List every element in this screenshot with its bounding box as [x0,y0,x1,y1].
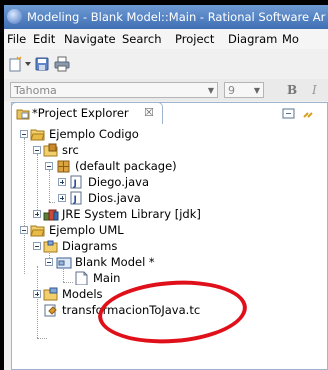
main-toolbar [4,51,328,77]
expand-icon[interactable] [58,194,66,202]
library-icon [43,209,59,221]
project-tree: Ejemplo Codigo src (default package) J D… [12,125,327,369]
expand-icon[interactable] [58,178,66,186]
new-icon[interactable] [8,56,24,72]
application-window: Modeling - Blank Model::Main - Rational … [4,5,328,370]
collapse-icon[interactable] [45,258,53,266]
svg-text:J: J [73,195,77,205]
collapse-icon[interactable] [45,162,53,170]
source-folder-icon [43,143,58,157]
font-size-combo[interactable]: 9 ▼ [224,82,264,98]
project-explorer-icon [16,109,30,120]
tree-connector [37,266,38,338]
menu-bar: File Edit Navigate Search Project Diagra… [4,29,328,49]
collapse-icon[interactable] [33,146,41,154]
link-with-editor-icon[interactable] [302,108,316,120]
tab-label: *Project Explorer [32,106,129,120]
tree-connector [37,338,47,339]
font-size-value: 9 [228,84,235,97]
project-folder-icon [30,225,45,237]
collapse-icon[interactable] [33,242,41,250]
tab-project-explorer[interactable]: *Project Explorer ☒ [11,102,163,124]
window-title: Modeling - Blank Model::Main - Rational … [27,10,326,24]
tree-item-label: Blank Model * [75,255,155,269]
transformation-config-icon [44,304,57,317]
print-icon[interactable] [54,56,70,72]
tree-item-label: (default package) [75,159,177,173]
collapse-all-icon[interactable] [282,108,296,120]
tree-item-label: Ejemplo Codigo [49,127,139,141]
models-folder-icon [43,287,58,301]
tree-item-label: Models [62,287,103,301]
tree-connector [37,154,38,218]
tree-item-label: Dios.java [88,191,141,205]
bold-button[interactable]: B [287,83,297,97]
menu-diagram[interactable]: Diagram [228,29,277,49]
chevron-down-icon: ▼ [253,86,260,95]
menu-search[interactable]: Search [122,29,162,49]
title-bar: Modeling - Blank Model::Main - Rational … [4,5,328,29]
tree-item-label: Diego.java [88,175,150,189]
menu-edit[interactable]: Edit [33,29,55,49]
close-icon[interactable]: ☒ [144,106,154,119]
tree-connector [49,202,55,203]
expand-icon[interactable] [33,210,41,218]
collapse-icon[interactable] [20,226,28,234]
diagrams-folder-icon [43,240,58,253]
chevron-down-icon: ▼ [207,86,214,95]
italic-button[interactable]: I [312,83,317,97]
new-dropdown-icon[interactable] [24,60,32,76]
collapse-icon[interactable] [20,130,28,138]
diagram-icon [75,271,88,285]
tree-item-label: Ejemplo UML [49,223,124,237]
font-family-combo[interactable]: Tahoma ▼ [10,82,218,98]
tree-item-label: transformacionToJava.tc [62,303,201,317]
tree-connector [24,138,25,274]
menu-more[interactable]: Mo [282,29,299,49]
tree-item-label: src [62,143,79,157]
package-icon [57,160,70,173]
tree-connector [63,282,73,283]
menu-file[interactable]: File [7,29,26,49]
app-icon [7,9,22,24]
menu-project[interactable]: Project [175,29,214,49]
model-icon [56,257,72,269]
svg-text:J: J [73,179,77,189]
font-toolbar: Tahoma ▼ 9 ▼ B I [4,79,328,101]
tree-item-label: Main [93,271,121,285]
menu-navigate[interactable]: Navigate [64,29,116,49]
tree-item-label: JRE System Library [jdk] [62,207,201,221]
font-family-value: Tahoma [14,84,57,97]
java-file-icon: J [70,191,82,205]
expand-icon[interactable] [33,290,41,298]
tree-connector [49,170,50,202]
java-file-icon: J [70,175,82,189]
tree-item-label: Diagrams [62,239,118,253]
save-icon[interactable] [34,56,50,72]
project-folder-icon [30,129,45,141]
